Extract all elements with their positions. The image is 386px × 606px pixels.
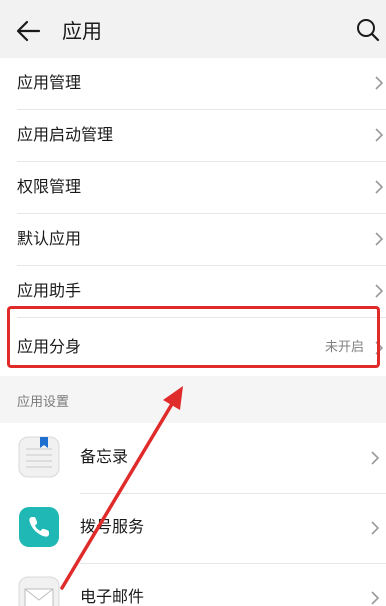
back-button[interactable] (14, 16, 44, 46)
menu-item-default-apps[interactable]: 默认应用 (17, 214, 386, 266)
app-item-email[interactable]: 电子邮件 (0, 563, 386, 606)
app-name: 电子邮件 (80, 587, 145, 606)
chevron-right-icon (371, 521, 380, 535)
menu-item-app-launch-management[interactable]: 应用启动管理 (17, 110, 386, 162)
page-title: 应用 (62, 19, 102, 43)
section-header: 应用设置 (17, 395, 70, 410)
chevron-right-icon (375, 128, 384, 142)
app-item-dialer[interactable]: 拨号服务 (0, 493, 386, 564)
app-name: 拨号服务 (80, 517, 145, 536)
chevron-right-icon (375, 76, 384, 90)
back-arrow-icon (16, 20, 41, 42)
chevron-right-icon (371, 451, 380, 465)
chevron-right-icon (375, 232, 384, 246)
menu-item-label: 应用启动管理 (17, 125, 114, 144)
search-icon (357, 19, 380, 42)
app-name: 备忘录 (80, 447, 129, 466)
app-item-memo[interactable]: 备忘录 (0, 423, 386, 494)
menu-item-permission-management[interactable]: 权限管理 (17, 162, 386, 214)
menu-item-label: 应用助手 (17, 281, 82, 300)
chevron-right-icon (375, 180, 384, 194)
memo-icon (18, 436, 60, 478)
app-bar: 应用 (0, 0, 386, 60)
menu-item-label: 默认应用 (17, 229, 82, 248)
menu-item-label: 应用管理 (17, 73, 82, 92)
highlight-annotation-box (7, 306, 380, 368)
menu-item-label: 权限管理 (17, 177, 82, 196)
mail-icon (18, 576, 60, 606)
menu-item-app-management[interactable]: 应用管理 (17, 58, 386, 110)
chevron-right-icon (375, 284, 384, 298)
app-settings-list: 备忘录 拨号服务 电子邮件 (0, 423, 386, 606)
search-button[interactable] (354, 16, 382, 44)
chevron-right-icon (371, 591, 380, 605)
phone-icon (19, 507, 59, 547)
